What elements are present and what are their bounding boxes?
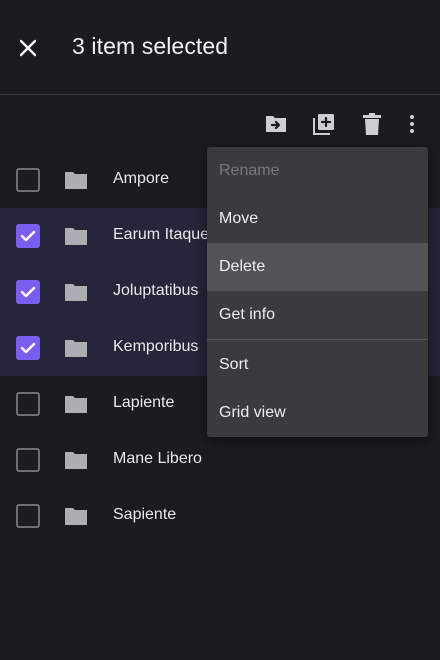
checkbox[interactable] [16, 504, 40, 528]
more-vert-icon[interactable] [398, 110, 426, 138]
list-item-label: Ampore [113, 170, 170, 187]
list-item-label: Joluptatibus [113, 282, 199, 299]
app-screen: 3 item selected Ampore Earum Itaque Jolu… [0, 0, 440, 660]
list-item-label: Kemporibus [113, 338, 199, 355]
menu-item-rename: Rename [219, 162, 280, 179]
check-icon [20, 286, 36, 298]
checkbox-checked[interactable] [16, 280, 40, 304]
check-icon [20, 230, 36, 242]
close-icon[interactable] [14, 34, 42, 62]
add-to-collection-icon[interactable] [310, 110, 338, 138]
checkbox[interactable] [16, 168, 40, 192]
folder-icon [65, 452, 87, 469]
overflow-menu: Rename Move Delete Get info Sort Grid vi… [207, 147, 428, 437]
delete-icon[interactable] [358, 110, 386, 138]
selection-header: 3 item selected [0, 0, 440, 95]
menu-item-get-info[interactable]: Get info [207, 291, 428, 339]
move-to-folder-icon[interactable] [262, 110, 290, 138]
list-item[interactable]: Sapiente [0, 488, 440, 544]
checkbox[interactable] [16, 448, 40, 472]
list-item-label: Earum Itaque [113, 226, 210, 243]
action-toolbar [0, 96, 440, 152]
check-icon [20, 342, 36, 354]
checkbox-checked[interactable] [16, 224, 40, 248]
checkbox[interactable] [16, 392, 40, 416]
list-item[interactable]: Mane Libero [0, 432, 440, 488]
menu-divider [207, 339, 428, 340]
selection-count-title: 3 item selected [72, 33, 229, 59]
folder-icon [65, 340, 87, 357]
menu-item-delete[interactable]: Delete [207, 243, 428, 291]
folder-icon [65, 228, 87, 245]
list-item-label: Mane Libero [113, 450, 202, 467]
folder-icon [65, 396, 87, 413]
menu-item-move[interactable]: Move [207, 195, 428, 243]
menu-item-sort[interactable]: Sort [207, 341, 428, 389]
checkbox-checked[interactable] [16, 336, 40, 360]
menu-item-grid-view[interactable]: Grid view [207, 389, 428, 437]
list-item-label: Lapiente [113, 394, 175, 411]
list-item-label: Sapiente [113, 506, 177, 523]
folder-icon [65, 284, 87, 301]
folder-icon [65, 172, 87, 189]
folder-icon [65, 508, 87, 525]
